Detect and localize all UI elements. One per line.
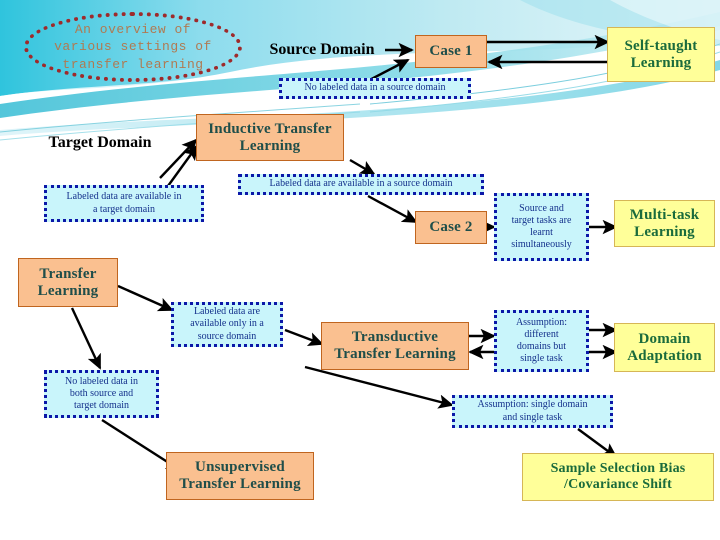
process-transductive-transfer-learning[interactable]: Transductive Transfer Learning — [321, 322, 469, 370]
process-inductive-transfer-learning[interactable]: Inductive Transfer Learning — [196, 114, 344, 161]
outcome-multi-task-learning[interactable]: Multi-task Learning — [614, 200, 715, 247]
outcome-sample-selection-bias[interactable]: Sample Selection Bias /Covariance Shift — [522, 453, 714, 501]
outcome-self-taught-learning[interactable]: Self-taught Learning — [607, 27, 715, 82]
edge-transfer-to-nolabel-both — [70, 307, 102, 370]
annotation-labeled-data-target: Labeled data are available in a target d… — [44, 185, 204, 222]
annotation-assumption-single-domain: Assumption: single domain and single tas… — [452, 395, 613, 428]
heading-target-domain: Target Domain — [48, 134, 152, 152]
process-transfer-learning[interactable]: Transfer Learning — [18, 258, 118, 307]
edge-transductive-to-assumption-single — [304, 365, 454, 409]
annotation-no-labeled-data-source: No labeled data in a source domain — [279, 78, 471, 99]
process-unsupervised-transfer-learning[interactable]: Unsupervised Transfer Learning — [166, 452, 314, 500]
annotation-labeled-only-source: Labeled data are available only in a sou… — [171, 302, 283, 347]
edge-labeled-target-to-inductive — [167, 144, 199, 187]
slide-canvas: An overview of various settings of trans… — [0, 0, 720, 540]
edge-labeled-only-source-to-transductive — [284, 328, 324, 346]
annotation-no-labeled-both: No labeled data in both source and targe… — [44, 370, 159, 418]
annotation-labeled-data-source: Labeled data are available in a source d… — [238, 174, 484, 195]
outcome-domain-adaptation[interactable]: Domain Adaptation — [614, 323, 715, 372]
case1-box[interactable]: Case 1 — [415, 35, 487, 68]
annotation-source-target-simultaneous: Source and target tasks are learnt simul… — [494, 193, 589, 261]
annotation-assumption-different-domains: Assumption: different domains but single… — [494, 310, 589, 372]
edge-inductive-to-labeled-source — [349, 158, 376, 176]
slide-title: An overview of various settings of trans… — [54, 21, 212, 72]
heading-source-domain: Source Domain — [269, 41, 375, 59]
case2-box[interactable]: Case 2 — [415, 211, 487, 244]
edge-transfer-to-labeled-only-source — [117, 284, 174, 312]
edge-labeled-source-to-case2 — [367, 194, 418, 224]
